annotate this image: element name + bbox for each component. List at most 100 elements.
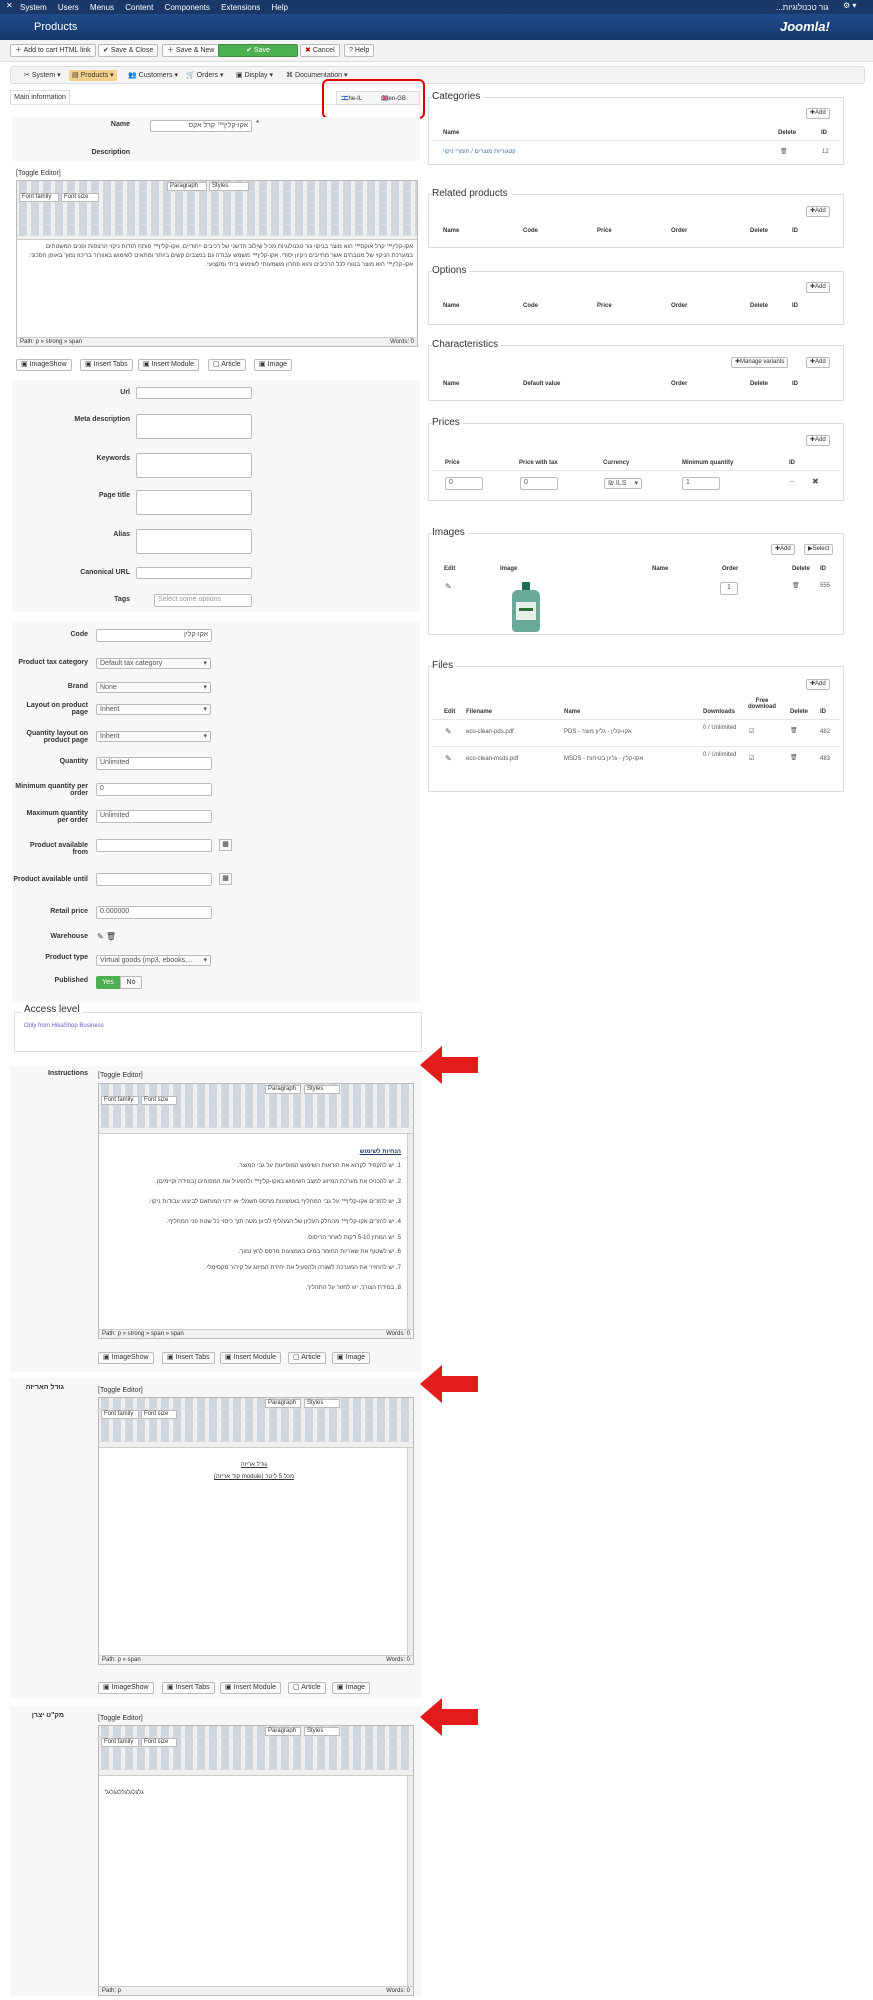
available-from-input[interactable] bbox=[96, 839, 212, 852]
files-add-button[interactable]: ✚Add bbox=[806, 679, 830, 690]
description-content[interactable]: אקו-קלין™ קרל אוקס™ הוא מוצר בניקוי גור … bbox=[25, 243, 413, 270]
calendar-until-icon[interactable]: ▦ bbox=[219, 873, 232, 885]
instructions-heading[interactable]: הנחיות לשימוש bbox=[107, 1148, 401, 1157]
packaging-scrollbar[interactable] bbox=[407, 1448, 413, 1655]
category-delete-icon[interactable]: 🗑 bbox=[780, 148, 788, 155]
file-free-checkbox[interactable]: ☑ bbox=[749, 728, 754, 735]
font-family-select[interactable]: Font family bbox=[19, 193, 59, 202]
instructions-line[interactable]: 5. יש המתין 5-10 דקות לאחר הריסוס. bbox=[107, 1234, 401, 1243]
sku-toggle-editor[interactable]: [Toggle Editor] bbox=[98, 1715, 143, 1722]
subnav-orders[interactable]: 🛒 Orders ▾ bbox=[183, 70, 227, 81]
image-button[interactable]: ▣ Image bbox=[332, 1682, 371, 1694]
subnav-system[interactable]: ✂ System ▾ bbox=[21, 70, 64, 81]
imageshow-button[interactable]: ▣ ImageShow bbox=[16, 359, 72, 371]
imageshow-button[interactable]: ▣ ImageShow bbox=[98, 1682, 154, 1694]
retail-price-input[interactable]: 0.000000 bbox=[96, 906, 212, 919]
toggle-editor-link[interactable]: [Toggle Editor] bbox=[16, 170, 61, 177]
product-bottle-image[interactable] bbox=[501, 582, 551, 632]
alias-textarea[interactable] bbox=[136, 529, 252, 554]
quantity-input[interactable]: Unlimited bbox=[96, 757, 212, 770]
font-family-select[interactable]: Font family bbox=[101, 1096, 139, 1105]
packaging-toggle-editor[interactable]: [Toggle Editor] bbox=[98, 1387, 143, 1394]
instructions-scrollbar[interactable] bbox=[407, 1134, 413, 1329]
file-edit-icon[interactable]: ✎ bbox=[445, 727, 452, 736]
published-yes-button[interactable]: Yes bbox=[96, 976, 120, 989]
min-qty-price-input[interactable]: 1 bbox=[682, 477, 720, 490]
tags-input[interactable]: Select some options bbox=[154, 594, 252, 607]
image-button[interactable]: ▣ Image bbox=[332, 1352, 371, 1364]
image-order-input[interactable]: 1 bbox=[720, 582, 738, 595]
save-close-button[interactable]: ✔ Save & Close bbox=[98, 44, 159, 57]
instructions-editor-toolbar[interactable]: Paragraph Styles Font family Font size bbox=[99, 1084, 413, 1134]
paragraph-select[interactable]: Paragraph bbox=[167, 182, 207, 191]
menu-help[interactable]: Help bbox=[272, 3, 288, 12]
subnav-customers[interactable]: 👥 Customers ▾ bbox=[125, 70, 181, 81]
images-add-button[interactable]: ✚Add bbox=[771, 544, 795, 555]
product-type-select[interactable]: Virtual goods (mp3, ebooks,... bbox=[96, 955, 211, 966]
paragraph-select[interactable]: Paragraph bbox=[265, 1085, 301, 1094]
save-new-button[interactable]: ＋ Save & New bbox=[162, 44, 220, 57]
file-edit-icon[interactable]: ✎ bbox=[445, 754, 452, 763]
styles-select[interactable]: Styles bbox=[304, 1727, 340, 1736]
currency-select[interactable]: ₪ ILS bbox=[604, 478, 642, 489]
max-quantity-input[interactable]: Unlimited bbox=[96, 810, 212, 823]
options-add-button[interactable]: ✚Add bbox=[806, 282, 830, 293]
packaging-editor-toolbar[interactable]: Paragraph Styles Font family Font size bbox=[99, 1398, 413, 1448]
joomla-x-icon[interactable]: ✕ bbox=[6, 1, 13, 10]
insert-tabs-button[interactable]: ▣ Insert Tabs bbox=[162, 1682, 215, 1694]
add-to-cart-link-button[interactable]: ＋ Add to cart HTML link bbox=[10, 44, 96, 57]
name-input[interactable]: אקו-קלין™ קרל אקס bbox=[150, 120, 252, 132]
insert-tabs-button[interactable]: ▣ Insert Tabs bbox=[80, 359, 133, 371]
menu-components[interactable]: Components bbox=[165, 3, 210, 12]
related-add-button[interactable]: ✚Add bbox=[806, 206, 830, 217]
warehouse-edit-icons[interactable]: ✎ 🗑 bbox=[97, 932, 116, 941]
menu-users[interactable]: Users bbox=[58, 3, 79, 12]
packaging-line[interactable]: מכל 5 ליטר (module קוד אריזה) bbox=[99, 1474, 409, 1480]
styles-select[interactable]: Styles bbox=[304, 1085, 340, 1094]
url-input[interactable] bbox=[136, 387, 252, 399]
instructions-line[interactable]: 8. במידת הצורך, יש לחזור על התהליך. bbox=[107, 1284, 401, 1293]
sku-scrollbar[interactable] bbox=[407, 1776, 413, 1986]
code-input[interactable]: אקו-קלין bbox=[96, 629, 212, 642]
prices-add-button[interactable]: ✚Add bbox=[806, 435, 830, 446]
insert-tabs-button[interactable]: ▣ Insert Tabs bbox=[162, 1352, 215, 1364]
font-size-select[interactable]: Font size bbox=[141, 1410, 177, 1419]
font-family-select[interactable]: Font family bbox=[101, 1738, 139, 1747]
quantity-layout-select[interactable]: Inherit bbox=[96, 731, 211, 742]
article-button[interactable]: ▢ Article bbox=[208, 359, 246, 371]
tab-main-information[interactable]: Main information bbox=[10, 90, 70, 104]
packaging-line[interactable]: גודל אריזה bbox=[99, 1462, 409, 1468]
paragraph-select[interactable]: Paragraph bbox=[265, 1727, 301, 1736]
image-button[interactable]: ▣ Image bbox=[254, 359, 293, 371]
menu-extensions[interactable]: Extensions bbox=[221, 3, 260, 12]
file-free-checkbox[interactable]: ☑ bbox=[749, 755, 754, 762]
instructions-toggle-editor[interactable]: [Toggle Editor] bbox=[98, 1072, 143, 1079]
insert-module-button[interactable]: ▣ Insert Module bbox=[220, 1682, 281, 1694]
site-name-link[interactable]: ...גור טכנולוגיות bbox=[776, 3, 829, 12]
article-button[interactable]: ▢ Article bbox=[288, 1682, 326, 1694]
imageshow-button[interactable]: ▣ ImageShow bbox=[98, 1352, 154, 1364]
help-button[interactable]: ? Help bbox=[344, 44, 375, 57]
image-delete-icon[interactable]: 🗑 bbox=[792, 582, 800, 589]
layout-select[interactable]: Inherit bbox=[96, 704, 211, 715]
instructions-line[interactable]: 4. יש להזרים אקו-קלין™ מהחלק העליון של ה… bbox=[107, 1218, 401, 1227]
font-size-select[interactable]: Font size bbox=[141, 1096, 177, 1105]
price-input[interactable]: 0 bbox=[445, 477, 483, 490]
insert-module-button[interactable]: ▣ Insert Module bbox=[220, 1352, 281, 1364]
calendar-from-icon[interactable]: ▦ bbox=[219, 839, 232, 851]
instructions-line[interactable]: 7. יש להחזיר את המערכת לשגרה ולהפעיל את … bbox=[107, 1264, 401, 1273]
article-button[interactable]: ▢ Article bbox=[288, 1352, 326, 1364]
available-until-input[interactable] bbox=[96, 873, 212, 886]
manage-variants-button[interactable]: ✚Manage variants bbox=[731, 357, 789, 368]
font-family-select[interactable]: Font family bbox=[101, 1410, 139, 1419]
file-delete-icon[interactable]: 🗑 bbox=[790, 727, 798, 734]
category-row-name[interactable]: קטגוריות מוצרים / חומרי ניקוי bbox=[443, 149, 516, 155]
meta-description-textarea[interactable] bbox=[136, 414, 252, 439]
instructions-line[interactable]: 1. יש להקפיד לקרוא את הוראות השימוש המופ… bbox=[107, 1162, 401, 1171]
instructions-line[interactable]: 3. יש להזרים אקו-קלין™ על גבי המחליף באמ… bbox=[107, 1198, 401, 1207]
save-button[interactable]: ✔ Save bbox=[218, 44, 298, 57]
file-delete-icon[interactable]: 🗑 bbox=[790, 754, 798, 761]
tax-category-select[interactable]: Default tax category bbox=[96, 658, 211, 669]
menu-menus[interactable]: Menus bbox=[90, 3, 114, 12]
brand-select[interactable]: None bbox=[96, 682, 211, 693]
